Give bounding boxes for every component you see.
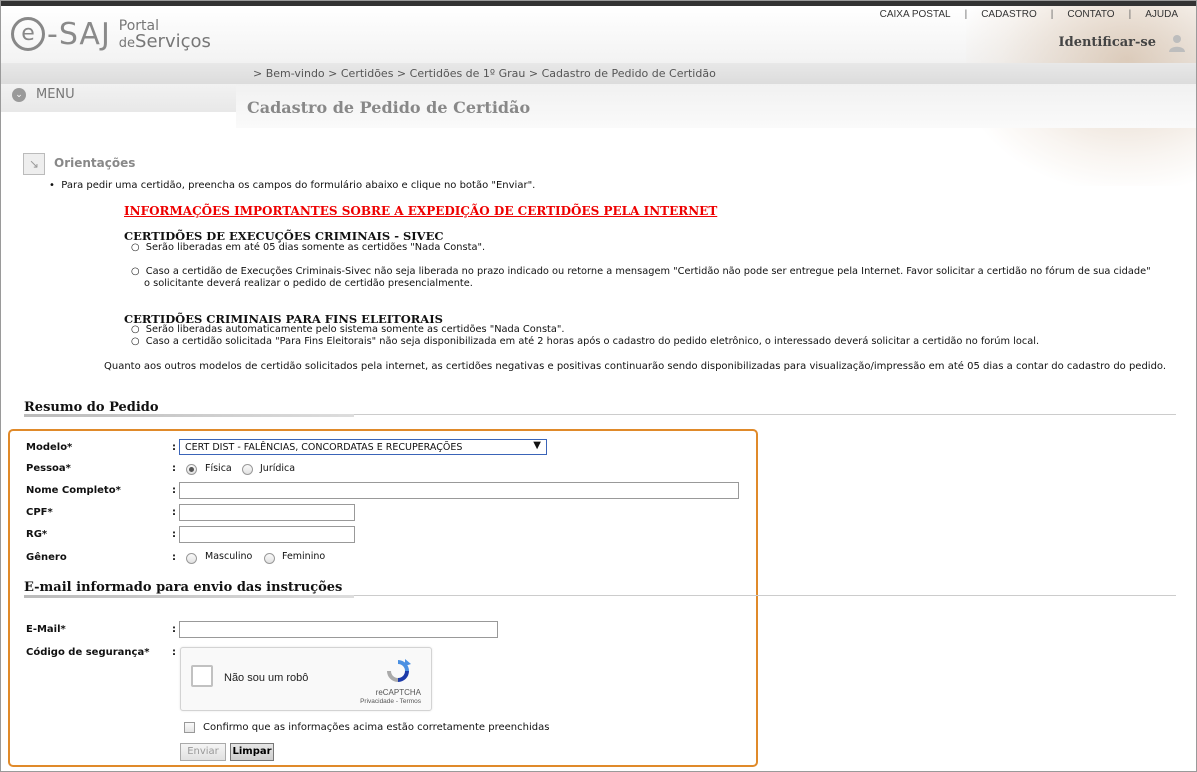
nav-cadastro[interactable]: CADASTRO bbox=[981, 9, 1037, 20]
eleitorais-item: ○ Serão liberadas automaticamente pelo s… bbox=[131, 324, 565, 335]
colon: : bbox=[172, 442, 176, 453]
recaptcha-widget: Não sou um robô reCAPTCHA Privacidade - … bbox=[180, 647, 432, 711]
genero-masculino-label: Masculino bbox=[205, 551, 253, 562]
recaptcha-icon bbox=[387, 659, 411, 682]
modelo-label: Modelo* bbox=[26, 442, 73, 453]
rg-label: RG* bbox=[26, 529, 48, 540]
email-input[interactable] bbox=[179, 621, 498, 638]
resumo-title: Resumo do Pedido bbox=[24, 400, 159, 415]
recaptcha-terms-link[interactable]: Privacidade - Termos bbox=[360, 698, 421, 705]
genero-label: Gênero bbox=[26, 552, 67, 563]
orientacoes-bullet-text: Para pedir uma certidão, preencha os cam… bbox=[61, 180, 536, 191]
sivec-item-continued: o solicitante deverá realizar o pedido d… bbox=[144, 278, 473, 289]
genero-feminino-radio[interactable] bbox=[264, 553, 275, 564]
breadcrumb[interactable]: > Bem-vindo > Certidões > Certidões de 1… bbox=[253, 67, 716, 80]
confirm-checkbox[interactable] bbox=[184, 722, 195, 733]
chevron-down-icon: ⌄ bbox=[12, 88, 26, 102]
user-icon[interactable] bbox=[1168, 34, 1186, 52]
nav-separator: | bbox=[1050, 9, 1054, 20]
colon: : bbox=[172, 507, 176, 518]
recaptcha-brand: reCAPTCHA bbox=[375, 688, 421, 697]
nav-caixa-postal[interactable]: CAIXA POSTAL bbox=[880, 9, 951, 20]
menu-label: MENU bbox=[36, 87, 75, 102]
important-info-link[interactable]: INFORMAÇÕES IMPORTANTES SOBRE A EXPEDIÇÃ… bbox=[124, 204, 717, 218]
nav-separator: | bbox=[1128, 9, 1132, 20]
modelo-select[interactable]: CERT DIST - FALÊNCIAS, CONCORDATAS E REC… bbox=[179, 439, 547, 455]
cpf-label: CPF* bbox=[26, 507, 53, 518]
nav-ajuda[interactable]: AJUDA bbox=[1145, 9, 1178, 20]
logo-de: de bbox=[118, 36, 136, 51]
eleitorais-item-text: Caso a certidão solicitada "Para Fins El… bbox=[145, 336, 1040, 347]
top-nav: CAIXA POSTAL | CADASTRO | CONTATO | AJUD… bbox=[880, 9, 1178, 20]
recaptcha-text: Não sou um robô bbox=[224, 672, 309, 684]
menu-toggle[interactable]: ⌄ MENU bbox=[1, 84, 236, 112]
sivec-item: ○ Caso a certidão de Execuções Criminais… bbox=[131, 266, 1151, 277]
nav-separator: | bbox=[964, 9, 968, 20]
dropdown-arrow-icon: ▼ bbox=[533, 440, 541, 451]
colon: : bbox=[172, 624, 176, 635]
section-underline bbox=[24, 414, 354, 417]
page-title: Cadastro de Pedido de Certidão bbox=[247, 98, 531, 117]
colon: : bbox=[172, 485, 176, 496]
colon: : bbox=[172, 552, 176, 563]
modelo-select-value: CERT DIST - FALÊNCIAS, CONCORDATAS E REC… bbox=[185, 442, 463, 453]
enviar-button[interactable]: Enviar bbox=[180, 743, 226, 761]
logo-portal-text: Portal deServiços bbox=[119, 18, 211, 52]
orientacoes-note: Quanto aos outros modelos de certidão so… bbox=[104, 361, 1167, 372]
section-divider bbox=[354, 414, 1176, 415]
pessoa-fisica-label: Física bbox=[205, 463, 232, 474]
sivec-item: ○ Serão liberadas em até 05 dias somente… bbox=[131, 242, 486, 253]
pessoa-label: Pessoa* bbox=[26, 463, 71, 474]
logo-saj-text: -SAJ bbox=[47, 16, 111, 52]
logo-servicos: deServiços bbox=[118, 31, 211, 52]
logo-servicos-word: Serviços bbox=[135, 31, 211, 52]
identificar-se-link[interactable]: Identificar-se bbox=[1059, 35, 1156, 50]
orientacoes-bullet: • Para pedir uma certidão, preencha os c… bbox=[49, 180, 536, 191]
colon: : bbox=[172, 529, 176, 540]
sivec-item-text: Serão liberadas em até 05 dias somente a… bbox=[145, 242, 486, 253]
eleitorais-item-text: Serão liberadas automaticamente pelo sis… bbox=[145, 324, 565, 335]
colon: : bbox=[172, 647, 176, 658]
sivec-title: CERTIDÕES DE EXECUÇÕES CRIMINAIS - SIVEC bbox=[124, 229, 444, 243]
section-underline bbox=[24, 595, 354, 598]
logo-e-mark: e bbox=[11, 17, 45, 51]
limpar-button[interactable]: Limpar bbox=[230, 743, 274, 761]
email-section-title: E-mail informado para envio das instruçõ… bbox=[24, 580, 343, 595]
pessoa-juridica-label: Jurídica bbox=[260, 463, 296, 474]
email-label: E-Mail* bbox=[26, 624, 66, 635]
colon: : bbox=[172, 463, 176, 474]
genero-masculino-radio[interactable] bbox=[186, 553, 197, 564]
sivec-item-text: Caso a certidão de Execuções Criminais-S… bbox=[145, 266, 1151, 277]
form-highlight-box bbox=[8, 429, 758, 767]
genero-feminino-label: Feminino bbox=[282, 551, 326, 562]
cpf-input[interactable] bbox=[179, 504, 355, 521]
rg-input[interactable] bbox=[179, 526, 355, 543]
browser-frame: e -SAJ Portal deServiços CAIXA POSTAL | … bbox=[0, 0, 1197, 772]
recaptcha-checkbox[interactable] bbox=[191, 665, 213, 687]
nome-completo-input[interactable] bbox=[179, 482, 739, 499]
pessoa-juridica-radio[interactable] bbox=[242, 464, 253, 475]
arrow-down-right-icon: ↘ bbox=[23, 153, 45, 175]
orientacoes-title: Orientações bbox=[54, 156, 136, 170]
codigo-label: Código de segurança* bbox=[26, 647, 150, 658]
nav-contato[interactable]: CONTATO bbox=[1067, 9, 1114, 20]
confirm-label: Confirmo que as informações acima estão … bbox=[203, 722, 550, 733]
pessoa-fisica-radio[interactable] bbox=[186, 464, 197, 475]
nome-label: Nome Completo* bbox=[26, 485, 121, 496]
eleitorais-item: ○ Caso a certidão solicitada "Para Fins … bbox=[131, 336, 1040, 347]
esaj-logo[interactable]: e -SAJ Portal deServiços bbox=[11, 16, 211, 52]
section-divider bbox=[354, 595, 1176, 596]
